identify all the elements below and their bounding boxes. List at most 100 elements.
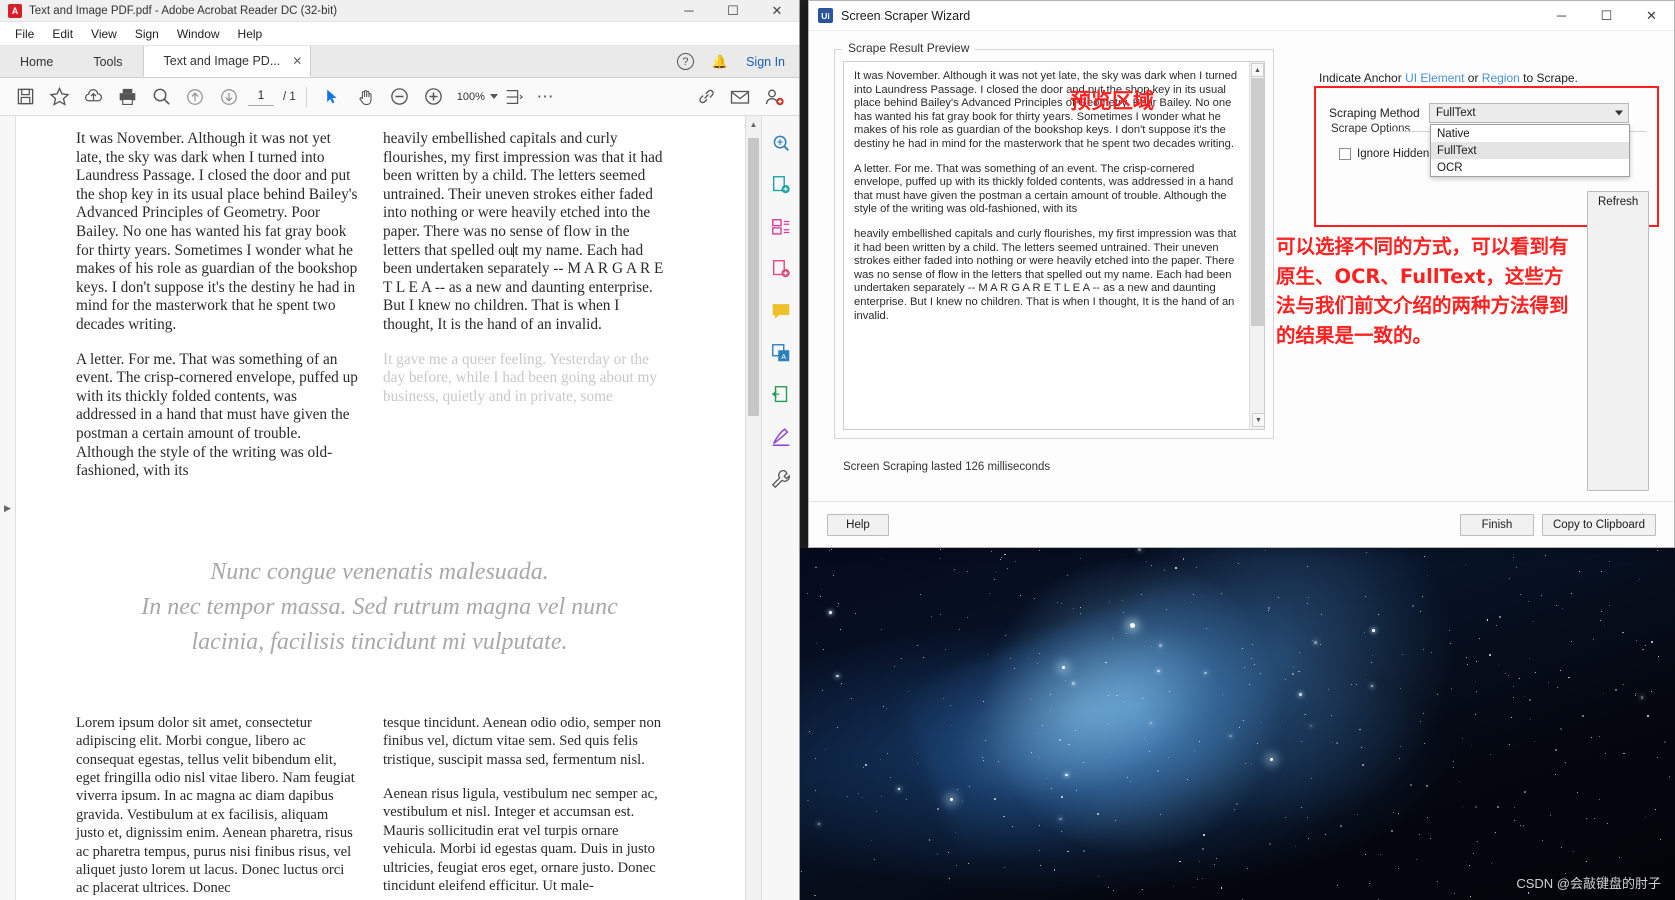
star xyxy=(949,878,951,880)
acrobat-maximize-button[interactable]: ☐ xyxy=(711,0,755,21)
scroll-up-icon[interactable]: ▲ xyxy=(1251,63,1264,77)
previous-page-icon[interactable] xyxy=(180,82,210,112)
comment-icon[interactable] xyxy=(766,296,796,326)
star xyxy=(1076,789,1078,791)
scraping-method-dropdown[interactable]: Native FullText OCR xyxy=(1430,124,1630,177)
help-button[interactable]: Help xyxy=(827,513,889,536)
dropdown-option-native[interactable]: Native xyxy=(1431,125,1629,142)
preview-scrollbar[interactable]: ▲ ▼ xyxy=(1249,62,1264,429)
chevron-down-icon[interactable] xyxy=(1615,110,1623,116)
menu-file[interactable]: File xyxy=(6,25,43,43)
export-pdf-icon[interactable] xyxy=(766,254,796,284)
star-icon[interactable] xyxy=(44,82,74,112)
hand-tool-icon[interactable] xyxy=(351,82,381,112)
scraping-method-label: Scraping Method xyxy=(1329,106,1420,120)
wizard-minimize-button[interactable]: ─ xyxy=(1539,1,1584,31)
scrape-preview-textbox[interactable]: It was November. Although it was not yet… xyxy=(843,61,1265,430)
star xyxy=(1168,756,1170,758)
acrobat-close-button[interactable]: ✕ xyxy=(755,0,799,21)
enhance-scan-icon[interactable] xyxy=(766,128,796,158)
refresh-button[interactable]: Refresh xyxy=(1587,191,1649,491)
star xyxy=(928,838,931,841)
more-tools-wrench-icon[interactable] xyxy=(766,464,796,494)
star xyxy=(999,559,1001,561)
star xyxy=(1513,820,1515,822)
help-icon[interactable]: ? xyxy=(676,53,694,70)
search-icon[interactable] xyxy=(146,82,176,112)
pdf-paragraph: A letter. For me. That was something of … xyxy=(76,350,358,480)
menu-sign[interactable]: Sign xyxy=(126,25,168,43)
tab-document[interactable]: Text and Image PD... ✕ xyxy=(142,46,312,77)
star xyxy=(1241,647,1243,649)
dropdown-option-ocr[interactable]: OCR xyxy=(1431,159,1629,176)
zoom-in-icon[interactable] xyxy=(419,82,449,112)
preview-scrollbar-thumb[interactable] xyxy=(1251,78,1264,326)
star xyxy=(1650,641,1653,644)
star xyxy=(1356,683,1357,685)
acrobat-document-area: ▶ It was November. Although it was not y… xyxy=(0,116,799,900)
menu-edit[interactable]: Edit xyxy=(43,25,82,43)
star xyxy=(1650,690,1652,692)
ignore-hidden-checkbox[interactable] xyxy=(1339,148,1351,160)
acrobat-left-rail[interactable]: ▶ xyxy=(0,116,16,900)
next-page-icon[interactable] xyxy=(214,82,244,112)
pdf-top-columns: It was November. Although it was not yet… xyxy=(76,130,683,497)
more-tools-icon[interactable]: ⋯ xyxy=(530,82,560,112)
user-add-icon[interactable] xyxy=(759,82,789,112)
finish-button[interactable]: Finish xyxy=(1459,513,1534,536)
pdf-vertical-scrollbar[interactable]: ▲ xyxy=(745,116,761,900)
star xyxy=(1060,603,1062,605)
menu-help[interactable]: Help xyxy=(229,25,272,43)
star xyxy=(841,683,843,685)
menu-view[interactable]: View xyxy=(82,25,126,43)
wizard-close-button[interactable]: ✕ xyxy=(1629,1,1674,31)
bell-icon[interactable]: 🔔 xyxy=(712,54,728,70)
zoom-out-icon[interactable] xyxy=(385,82,415,112)
scroll-up-icon[interactable]: ▲ xyxy=(746,116,761,132)
tab-home[interactable]: Home xyxy=(0,46,73,77)
star xyxy=(1640,695,1644,699)
scrollbar-thumb[interactable] xyxy=(748,138,759,416)
ui-element-link[interactable]: UI Element xyxy=(1405,71,1464,85)
close-icon[interactable]: ✕ xyxy=(292,54,302,68)
tab-tools[interactable]: Tools xyxy=(73,46,142,77)
pdf-column-right: heavily embellished capitals and curly f… xyxy=(383,130,666,497)
star xyxy=(954,569,956,571)
sign-in-button[interactable]: Sign In xyxy=(746,55,785,69)
ignore-hidden-row[interactable]: Ignore Hidden xyxy=(1339,148,1429,160)
star xyxy=(1190,601,1192,603)
page-number-input[interactable]: 1 xyxy=(248,87,274,106)
save-icon[interactable] xyxy=(10,82,40,112)
cloud-upload-icon[interactable] xyxy=(78,82,108,112)
share-link-icon[interactable] xyxy=(691,82,721,112)
menu-window[interactable]: Window xyxy=(168,25,229,43)
star xyxy=(1234,808,1236,810)
dropdown-option-fulltext[interactable]: FullText xyxy=(1431,142,1629,159)
pdf-column-left-bottom: Lorem ipsum dolor sit amet, consectetur … xyxy=(76,714,359,900)
compress-pdf-icon[interactable] xyxy=(766,380,796,410)
scraping-method-combobox[interactable]: FullText Native FullText OCR xyxy=(1429,103,1630,177)
chevron-down-icon[interactable] xyxy=(489,94,498,99)
scroll-down-icon[interactable]: ▼ xyxy=(1252,413,1264,427)
email-icon[interactable] xyxy=(725,82,755,112)
print-icon[interactable] xyxy=(112,82,142,112)
star xyxy=(890,776,892,778)
wizard-maximize-button[interactable]: ☐ xyxy=(1584,1,1629,31)
star xyxy=(820,589,822,591)
star xyxy=(1308,837,1310,839)
fill-and-sign-icon[interactable] xyxy=(766,422,796,452)
acrobat-minimize-button[interactable]: ─ xyxy=(667,0,711,21)
star xyxy=(1427,817,1429,819)
copy-to-clipboard-button[interactable]: Copy to Clipboard xyxy=(1541,513,1656,536)
pdf-page-viewport[interactable]: It was November. Although it was not yet… xyxy=(16,116,745,900)
star xyxy=(930,616,932,618)
select-tool-icon[interactable] xyxy=(317,82,347,112)
combine-files-icon[interactable] xyxy=(766,170,796,200)
zoom-level-control[interactable]: 100% xyxy=(457,91,498,103)
star xyxy=(1337,884,1339,886)
expand-panel-icon[interactable]: ▶ xyxy=(4,503,11,514)
region-link[interactable]: Region xyxy=(1482,71,1520,85)
organize-pages-icon[interactable] xyxy=(766,212,796,242)
translate-icon[interactable]: A xyxy=(766,338,796,368)
fit-page-icon[interactable] xyxy=(502,82,526,112)
